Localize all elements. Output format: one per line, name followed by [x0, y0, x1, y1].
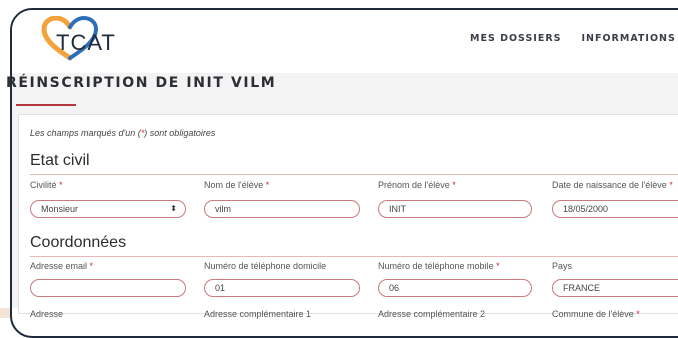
section-divider — [30, 256, 678, 257]
page-title: RÉINSCRIPTION DE INIT VILM — [6, 75, 277, 91]
tel-mobile-input[interactable]: 06 — [378, 279, 532, 297]
civilite-select[interactable]: Monsieur ⬍ — [30, 200, 186, 218]
logo-text: TCAT — [56, 30, 116, 55]
email-input[interactable] — [30, 279, 186, 297]
section-etat-civil: Etat civil — [30, 152, 90, 169]
email-label: Adresse email * — [30, 261, 94, 271]
required-note: Les champs marqués d'un (*) sont obligat… — [30, 128, 215, 138]
section-divider — [30, 174, 678, 175]
pays-select[interactable]: FRANCE — [552, 279, 678, 297]
nav-informations[interactable]: INFORMATIONS — [582, 33, 676, 44]
required-note-suffix: ) sont obligatoires — [144, 128, 216, 138]
tel-domicile-label: Numéro de téléphone domicile — [204, 261, 327, 271]
header: TCAT MES DOSSIERS INFORMATIONS CO — [12, 10, 678, 75]
nav-mes-dossiers[interactable]: MES DOSSIERS — [470, 33, 562, 44]
required-note-prefix: Les champs marqués d'un ( — [30, 128, 141, 138]
chevron-updown-icon: ⬍ — [170, 204, 177, 213]
tel-domicile-input[interactable]: 01 — [204, 279, 360, 297]
prenom-input[interactable]: INIT — [378, 200, 532, 218]
prenom-label: Prénom de l'élève * — [378, 180, 456, 190]
nom-input[interactable]: vilm — [204, 200, 360, 218]
nom-label: Nom de l'élève * — [204, 180, 270, 190]
main-nav: MES DOSSIERS INFORMATIONS CO — [470, 33, 678, 44]
pays-label: Pays — [552, 261, 573, 271]
tel-mobile-label: Numéro de téléphone mobile * — [378, 261, 500, 271]
naissance-label: Date de naissance de l'élève * — [552, 180, 673, 190]
naissance-input[interactable]: 18/05/2000 — [552, 200, 678, 218]
section-coordonnees: Coordonnées — [30, 234, 127, 251]
civilite-label: Civilité * — [30, 180, 63, 190]
title-underline — [16, 104, 76, 106]
